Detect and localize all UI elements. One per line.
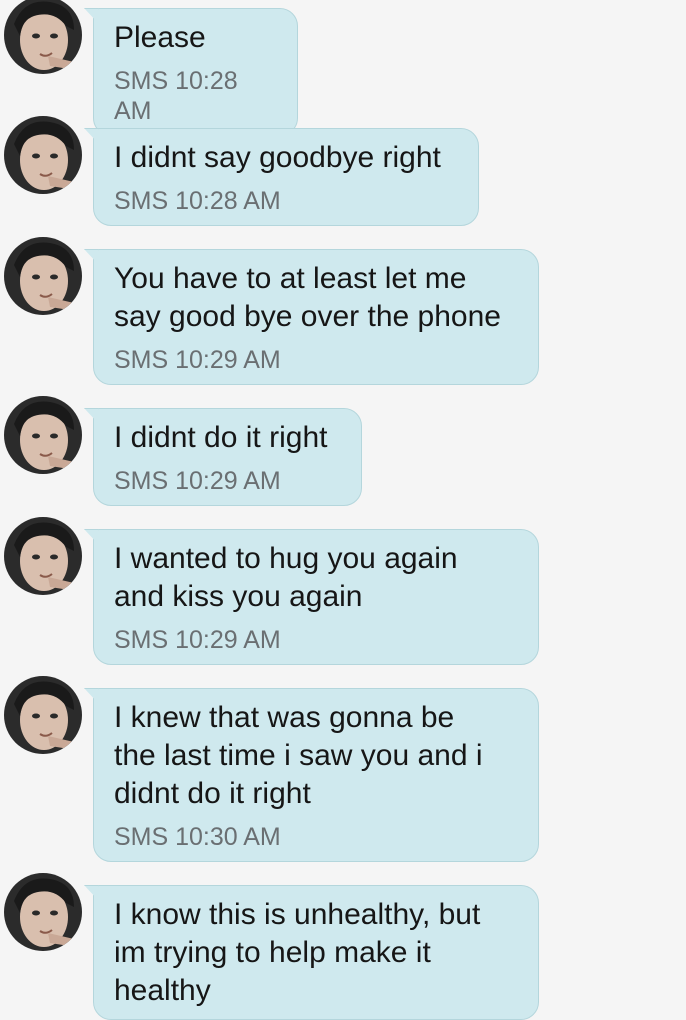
message-text: Please xyxy=(114,21,206,54)
message-timestamp: SMS 10:29 AM xyxy=(114,346,281,374)
message-timestamp: SMS 10:28 AM xyxy=(114,67,238,125)
message-bubble[interactable]: I didnt say goodbye right SMS 10:28 AM xyxy=(93,128,479,226)
avatar-icon xyxy=(4,873,82,951)
message-text: I didnt do it right xyxy=(114,421,328,454)
avatar-icon xyxy=(4,0,82,74)
message-bubble[interactable]: I knew that was gonna be the last time i… xyxy=(93,688,539,862)
message-text: I know this is unhealthy, but im trying … xyxy=(114,898,481,1007)
contact-avatar[interactable] xyxy=(4,237,82,315)
avatar-icon xyxy=(4,237,82,315)
message-timestamp: SMS 10:30 AM xyxy=(114,823,281,851)
message-bubble[interactable]: You have to at least let me say good bye… xyxy=(93,249,539,385)
message-timestamp: SMS 10:29 AM xyxy=(114,626,281,654)
avatar-icon xyxy=(4,517,82,595)
message-text: I knew that was gonna be the last time i… xyxy=(114,701,483,810)
contact-avatar[interactable] xyxy=(4,873,82,951)
message-bubble[interactable]: I know this is unhealthy, but im trying … xyxy=(93,885,539,1020)
avatar-icon xyxy=(4,676,82,754)
message-text: I wanted to hug you again and kiss you a… xyxy=(114,542,458,613)
contact-avatar[interactable] xyxy=(4,116,82,194)
message-bubble[interactable]: I didnt do it right SMS 10:29 AM xyxy=(93,408,362,506)
contact-avatar[interactable] xyxy=(4,676,82,754)
contact-avatar[interactable] xyxy=(4,517,82,595)
message-text: You have to at least let me say good bye… xyxy=(114,262,501,333)
contact-avatar[interactable] xyxy=(4,396,82,474)
message-bubble[interactable]: Please SMS 10:28 AM xyxy=(93,8,298,136)
contact-avatar[interactable] xyxy=(4,0,82,74)
message-timestamp: SMS 10:29 AM xyxy=(114,467,281,495)
message-timestamp: SMS 10:28 AM xyxy=(114,187,281,215)
message-text: I didnt say goodbye right xyxy=(114,141,441,174)
message-bubble[interactable]: I wanted to hug you again and kiss you a… xyxy=(93,529,539,665)
avatar-icon xyxy=(4,116,82,194)
avatar-icon xyxy=(4,396,82,474)
message-thread[interactable]: Please SMS 10:28 AM I didnt say goodbye … xyxy=(0,0,686,1020)
